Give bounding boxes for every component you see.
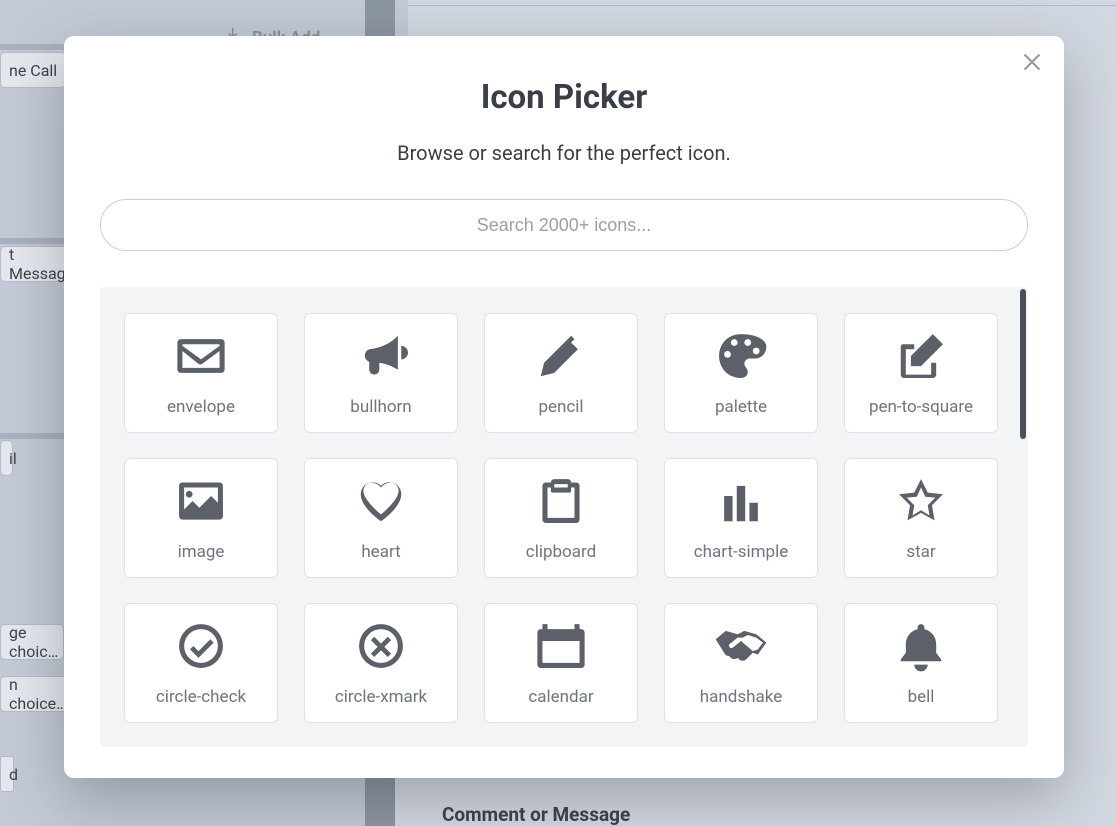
icon-option-image[interactable]: image	[124, 458, 278, 578]
icon-option-label: calendar	[528, 687, 593, 707]
icon-option-palette[interactable]: palette	[664, 313, 818, 433]
sidebar-field[interactable]: ne Call	[0, 52, 66, 88]
modal-subtitle: Browse or search for the perfect icon.	[64, 141, 1064, 165]
image-icon	[174, 474, 228, 528]
icon-option-pen-to-square[interactable]: pen-to-square	[844, 313, 998, 433]
sidebar-field[interactable]: d	[0, 756, 14, 792]
icon-option-label: chart-simple	[694, 542, 788, 562]
pencil-icon	[534, 329, 588, 383]
icon-option-circle-xmark[interactable]: circle-xmark	[304, 603, 458, 723]
heart-icon	[354, 474, 408, 528]
icon-grid: envelope bullhorn pencil palette pen-to-squa…	[124, 313, 998, 723]
icon-option-bell[interactable]: bell	[844, 603, 998, 723]
icon-picker-modal: Icon Picker Browse or search for the per…	[64, 36, 1064, 778]
close-button[interactable]	[1020, 50, 1044, 74]
icon-option-label: pencil	[538, 397, 583, 417]
bell-icon	[894, 619, 948, 673]
icon-option-label: circle-xmark	[335, 687, 427, 707]
icon-option-label: heart	[361, 542, 400, 562]
sidebar-field[interactable]: il	[0, 440, 13, 476]
icon-results-panel: envelope bullhorn pencil palette pen-to-squa…	[100, 287, 1028, 747]
calendar-icon	[534, 619, 588, 673]
icon-option-label: clipboard	[526, 542, 596, 562]
search-wrapper	[100, 199, 1028, 251]
close-icon	[1020, 59, 1044, 78]
icon-option-label: image	[178, 542, 225, 562]
icon-option-label: bell	[908, 687, 935, 707]
icon-option-label: handshake	[700, 687, 782, 707]
modal-title: Icon Picker	[64, 78, 1064, 117]
sidebar-field[interactable]: t Message	[0, 246, 68, 282]
icon-option-label: star	[906, 542, 935, 562]
clipboard-icon	[534, 474, 588, 528]
icon-option-star[interactable]: star	[844, 458, 998, 578]
sidebar-field[interactable]: ge choic…	[0, 624, 64, 660]
icon-option-label: bullhorn	[350, 397, 411, 417]
pen-to-square-icon	[894, 329, 948, 383]
handshake-icon	[714, 619, 768, 673]
scrollbar-thumb[interactable]	[1020, 289, 1026, 439]
icon-option-bullhorn[interactable]: bullhorn	[304, 313, 458, 433]
circle-xmark-icon	[354, 619, 408, 673]
icon-option-envelope[interactable]: envelope	[124, 313, 278, 433]
star-icon	[894, 474, 948, 528]
icon-option-circle-check[interactable]: circle-check	[124, 603, 278, 723]
icon-option-label: palette	[715, 397, 767, 417]
icon-option-chart-simple[interactable]: chart-simple	[664, 458, 818, 578]
envelope-icon	[174, 329, 228, 383]
icon-option-handshake[interactable]: handshake	[664, 603, 818, 723]
icon-option-label: pen-to-square	[869, 397, 973, 417]
icon-option-heart[interactable]: heart	[304, 458, 458, 578]
palette-icon	[714, 329, 768, 383]
bullhorn-icon	[354, 329, 408, 383]
search-input[interactable]	[100, 199, 1028, 251]
chart-simple-icon	[714, 474, 768, 528]
icon-option-label: circle-check	[156, 687, 246, 707]
circle-check-icon	[174, 619, 228, 673]
sidebar-field[interactable]: n choice…	[0, 676, 68, 712]
icon-option-calendar[interactable]: calendar	[484, 603, 638, 723]
icon-option-label: envelope	[167, 397, 235, 417]
field-label: Comment or Message	[442, 803, 630, 826]
icon-option-clipboard[interactable]: clipboard	[484, 458, 638, 578]
icon-option-pencil[interactable]: pencil	[484, 313, 638, 433]
